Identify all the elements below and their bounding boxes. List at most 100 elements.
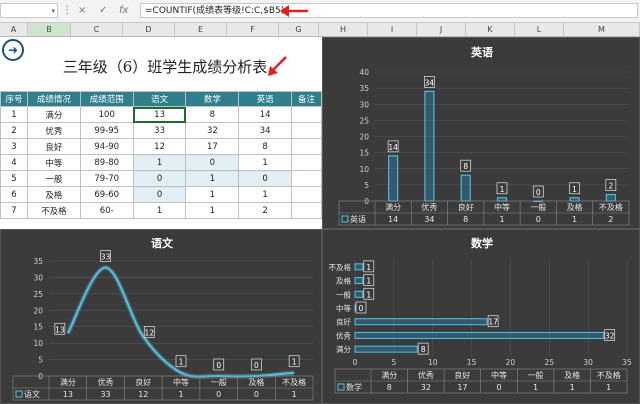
table-cell[interactable]: 34 bbox=[238, 122, 293, 139]
table-cell[interactable]: 60- bbox=[79, 202, 134, 219]
table-cell[interactable]: 一般 bbox=[26, 170, 81, 187]
table-cell[interactable] bbox=[291, 138, 322, 155]
table-row: 5 一般 79-70 0 1 0 bbox=[0, 170, 322, 187]
table-cell[interactable]: 中等 bbox=[26, 154, 81, 171]
chart-english[interactable]: 英语 0 5 10 15 20 25 30 35 40 14 34 8 1 0 1 2 英语 满分 14 优秀 34 良好 8… bbox=[322, 37, 640, 229]
table-cell[interactable]: 1 bbox=[238, 154, 293, 171]
table-cell[interactable]: 0 bbox=[238, 170, 293, 187]
table-cell[interactable]: 3 bbox=[0, 138, 28, 155]
table-cell[interactable]: 2 bbox=[0, 122, 28, 139]
table-cell[interactable]: 1 bbox=[185, 170, 240, 187]
y-tick-label: 5 bbox=[38, 356, 43, 365]
chart-math-svg: 数学0 5 10 15 20 25 30 35满分 8优秀 32良好 17中等 0一般 1及格 1不及格 1… bbox=[329, 236, 632, 394]
table-cell[interactable]: 8 bbox=[238, 138, 293, 155]
column-header-g[interactable]: G bbox=[279, 23, 319, 36]
y-tick-label: 15 bbox=[33, 323, 43, 332]
data-table-value: 8 bbox=[387, 383, 392, 392]
column-header-f[interactable]: F bbox=[227, 23, 279, 36]
table-cell[interactable]: 17 bbox=[185, 138, 240, 155]
chart-math[interactable]: 数学 0 5 10 15 20 25 30 35 满分 8 优秀 32 良好 17 中等 0 一般 1 及格 1 不及格 1… bbox=[322, 229, 640, 404]
data-table-value: 1 bbox=[178, 390, 183, 399]
column-header-b[interactable]: B bbox=[28, 23, 71, 36]
table-cell[interactable]: 优秀 bbox=[26, 122, 81, 139]
header-cell[interactable]: 英语 bbox=[238, 91, 293, 107]
sheet-title[interactable]: 三年级（6）班学生成绩分析表 bbox=[60, 56, 270, 77]
table-cell[interactable]: 1 bbox=[132, 154, 187, 171]
column-header-h[interactable]: H bbox=[319, 23, 368, 36]
worksheet[interactable]: ➜ 三年级（6）班学生成绩分析表 序号 成绩情况 成绩范围 语文 数学 英语 备注 1 满分 10… bbox=[0, 37, 322, 229]
chart-title: 英语 bbox=[470, 45, 493, 59]
header-cell[interactable]: 语文 bbox=[132, 91, 187, 107]
table-cell[interactable]: 0 bbox=[132, 186, 187, 203]
navigate-arrow-icon[interactable]: ➜ bbox=[2, 39, 24, 61]
header-cell[interactable]: 序号 bbox=[0, 91, 28, 107]
header-cell[interactable]: 备注 bbox=[291, 91, 322, 107]
table-cell[interactable]: 0 bbox=[132, 170, 187, 187]
table-cell[interactable]: 89-80 bbox=[79, 154, 134, 171]
table-cell[interactable]: 1 bbox=[238, 186, 293, 203]
table-cell[interactable]: 1 bbox=[185, 186, 240, 203]
header-cell[interactable]: 成绩情况 bbox=[26, 91, 81, 107]
data-table-value: 32 bbox=[421, 383, 431, 392]
column-header-m[interactable]: M bbox=[564, 23, 640, 36]
formula-input[interactable]: =COUNTIF(成绩表等级!C:C,$B5) bbox=[140, 3, 638, 18]
table-cell[interactable]: 4 bbox=[0, 154, 28, 171]
table-cell[interactable]: 79-70 bbox=[79, 170, 134, 187]
category-label: 及格 bbox=[564, 370, 580, 380]
table-cell[interactable]: 满分 bbox=[26, 106, 81, 123]
table-cell[interactable] bbox=[291, 106, 322, 123]
table-cell[interactable]: 1 bbox=[132, 202, 187, 219]
table-cell[interactable]: 及格 bbox=[26, 186, 81, 203]
column-header-i[interactable]: I bbox=[368, 23, 417, 36]
data-label: 0 bbox=[536, 188, 541, 197]
table-cell[interactable] bbox=[291, 122, 322, 139]
table-cell[interactable]: 2 bbox=[238, 202, 293, 219]
column-header-l[interactable]: L bbox=[515, 23, 564, 36]
table-cell[interactable]: 100 bbox=[79, 106, 134, 123]
column-header-e[interactable]: E bbox=[175, 23, 227, 36]
enter-icon[interactable]: ✓ bbox=[99, 3, 107, 18]
header-cell[interactable]: 数学 bbox=[185, 91, 240, 107]
table-cell[interactable]: 7 bbox=[0, 202, 28, 219]
table-cell[interactable] bbox=[291, 154, 322, 171]
name-box[interactable]: ▾ bbox=[0, 3, 58, 18]
column-header-a[interactable]: A bbox=[0, 23, 28, 36]
table-cell[interactable]: 94-90 bbox=[79, 138, 134, 155]
column-header-d[interactable]: D bbox=[123, 23, 175, 36]
column-header-j[interactable]: J bbox=[417, 23, 466, 36]
legend-series-name: 英语 bbox=[350, 214, 366, 224]
table-cell[interactable]: 良好 bbox=[26, 138, 81, 155]
table-cell[interactable] bbox=[291, 170, 322, 187]
table-cell[interactable]: 99-95 bbox=[79, 122, 134, 139]
table-cell[interactable]: 32 bbox=[185, 122, 240, 139]
column-header-c[interactable]: C bbox=[71, 23, 123, 36]
more-options-icon[interactable]: ⋮ bbox=[62, 3, 72, 18]
x-tick-label: 5 bbox=[391, 358, 396, 367]
data-table-value: 17 bbox=[457, 383, 467, 392]
header-cell[interactable]: 成绩范围 bbox=[79, 91, 134, 107]
column-header-k[interactable]: K bbox=[466, 23, 515, 36]
data-table-value: 34 bbox=[424, 215, 434, 224]
table-cell[interactable]: 6 bbox=[0, 186, 28, 203]
table-cell[interactable]: 69-60 bbox=[79, 186, 134, 203]
insert-function-button[interactable]: fx bbox=[119, 3, 128, 18]
table-cell[interactable]: 不及格 bbox=[26, 202, 81, 219]
cancel-icon[interactable]: × bbox=[78, 3, 86, 18]
name-box-dropdown-icon[interactable]: ▾ bbox=[51, 4, 55, 19]
data-label: 0 bbox=[359, 304, 364, 313]
table-cell[interactable]: 12 bbox=[132, 138, 187, 155]
table-cell[interactable]: 14 bbox=[238, 106, 293, 123]
table-cell[interactable] bbox=[291, 202, 322, 219]
bar bbox=[496, 197, 508, 202]
chart-chinese[interactable]: 语文 0 5 10 15 20 25 30 35 13 33 12 1 0 0 1 语文 满分 13 优秀 33 良好 12… bbox=[0, 229, 322, 404]
data-label: 1 bbox=[500, 185, 505, 194]
table-cell[interactable]: 13 bbox=[132, 106, 187, 123]
table-cell[interactable] bbox=[291, 186, 322, 203]
table-cell[interactable]: 33 bbox=[132, 122, 187, 139]
table-cell[interactable]: 1 bbox=[185, 202, 240, 219]
table-cell[interactable]: 5 bbox=[0, 170, 28, 187]
table-cell[interactable]: 8 bbox=[185, 106, 240, 123]
table-cell[interactable]: 1 bbox=[0, 106, 28, 123]
table-cell[interactable]: 0 bbox=[185, 154, 240, 171]
category-label: 一般 bbox=[530, 202, 546, 212]
